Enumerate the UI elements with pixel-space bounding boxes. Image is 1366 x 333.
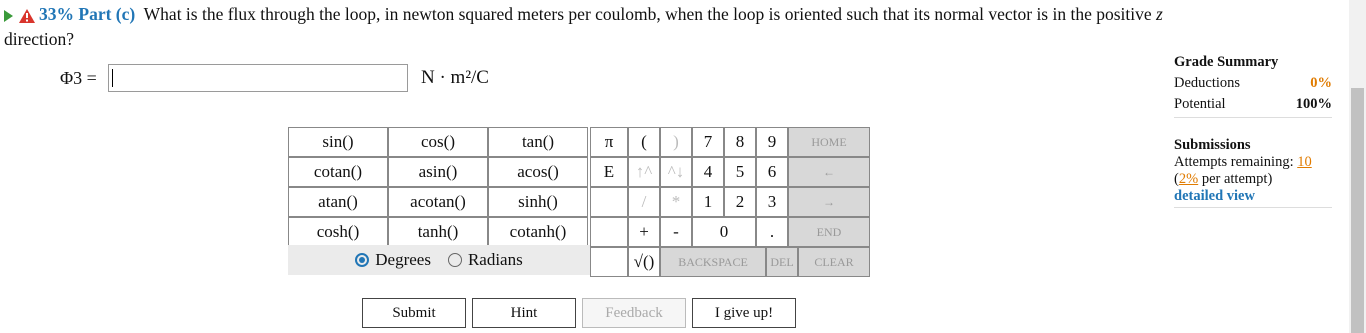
key-atan[interactable]: atan()	[288, 187, 388, 217]
key-e[interactable]: E	[590, 157, 628, 187]
submissions-title: Submissions	[1174, 137, 1251, 153]
per-attempt-label: per attempt)	[1201, 171, 1273, 187]
key-7[interactable]: 7	[692, 127, 724, 157]
key-nav-2[interactable]: →	[788, 187, 870, 217]
unit-label: N · m²/C	[421, 67, 489, 88]
deductions-value: 0%	[1310, 75, 1332, 91]
key-acos[interactable]: acos()	[488, 157, 588, 187]
question-body: What is the flux through the loop, in ne…	[143, 4, 1152, 24]
key-tanh[interactable]: tanh()	[388, 217, 488, 247]
key-1[interactable]: 1	[692, 187, 724, 217]
radians-label: Radians	[467, 250, 523, 269]
key-tan[interactable]: tan()	[488, 127, 588, 157]
key-slash: /	[628, 187, 660, 217]
key-cotanh[interactable]: cotanh()	[488, 217, 588, 247]
radians-radio[interactable]	[447, 253, 462, 267]
angle-mode: Degrees Radians	[288, 245, 590, 275]
key-cotan[interactable]: cotan()	[288, 157, 388, 187]
per-attempt-value: 2%	[1178, 171, 1199, 187]
key-cosh[interactable]: cosh()	[288, 217, 388, 247]
degrees-radio[interactable]	[355, 253, 370, 267]
key-pi[interactable]: π	[590, 127, 628, 157]
key-del[interactable]: DEL	[766, 247, 798, 277]
key-star: *	[660, 187, 692, 217]
key-plus[interactable]: +	[628, 217, 660, 247]
attempts-value: 10	[1297, 154, 1312, 170]
key-lparen[interactable]: (	[628, 127, 660, 157]
key-nav-1[interactable]: ←	[788, 157, 870, 187]
give-up-button[interactable]: I give up!	[692, 298, 796, 328]
key-nav-3[interactable]: END	[788, 217, 870, 247]
key-sqrt[interactable]: √()	[628, 247, 660, 277]
deductions-label: Deductions	[1174, 75, 1241, 91]
submit-button[interactable]: Submit	[362, 298, 466, 328]
divider	[1174, 117, 1332, 118]
scrollbar-thumb[interactable]	[1351, 88, 1364, 333]
key-blank3[interactable]	[590, 247, 628, 277]
question-body-end: direction?	[4, 29, 74, 49]
key-rparen: )	[660, 127, 692, 157]
key-3[interactable]: 3	[756, 187, 788, 217]
attempts-label: Attempts remaining:	[1174, 154, 1294, 170]
key-down: ^↓	[660, 157, 692, 187]
key-asin[interactable]: asin()	[388, 157, 488, 187]
key-blank2[interactable]	[590, 217, 628, 247]
key-blank[interactable]	[590, 187, 628, 217]
key-cos[interactable]: cos()	[388, 127, 488, 157]
key-up: ↑^	[628, 157, 660, 187]
key-2[interactable]: 2	[724, 187, 756, 217]
question-var: z	[1156, 4, 1163, 24]
part-label: 33% Part (c)	[39, 4, 136, 24]
key-backspace[interactable]: BACKSPACE	[660, 247, 766, 277]
question-text: 33% Part (c) What is the flux through th…	[4, 2, 1344, 52]
key-minus[interactable]: -	[660, 217, 692, 247]
detailed-view-link[interactable]: detailed view	[1174, 188, 1332, 205]
key-clear[interactable]: CLEAR	[798, 247, 870, 277]
potential-value: 100%	[1295, 96, 1332, 112]
divider	[1174, 207, 1332, 208]
play-icon[interactable]	[4, 9, 13, 22]
hint-button[interactable]: Hint	[472, 298, 576, 328]
key-8[interactable]: 8	[724, 127, 756, 157]
key-4[interactable]: 4	[692, 157, 724, 187]
key-sinh[interactable]: sinh()	[488, 187, 588, 217]
grade-summary: Grade Summary Deductions 0% Potential 100%	[1174, 54, 1332, 118]
text-caret	[112, 69, 113, 87]
key-5[interactable]: 5	[724, 157, 756, 187]
submissions-panel: Submissions Attempts remaining: 10 (2% p…	[1174, 137, 1332, 208]
key-nav-0[interactable]: HOME	[788, 127, 870, 157]
key-acotan[interactable]: acotan()	[388, 187, 488, 217]
potential-label: Potential	[1174, 96, 1226, 112]
grade-summary-title: Grade Summary	[1174, 54, 1279, 70]
degrees-label: Degrees	[375, 250, 431, 269]
key-6[interactable]: 6	[756, 157, 788, 187]
key-9[interactable]: 9	[756, 127, 788, 157]
key-sin[interactable]: sin()	[288, 127, 388, 157]
key-0[interactable]: 0	[692, 217, 756, 247]
feedback-button: Feedback	[582, 298, 686, 328]
warning-icon	[19, 8, 35, 23]
key-dot[interactable]: .	[756, 217, 788, 247]
answer-label: Φ3 =	[60, 67, 97, 88]
answer-input[interactable]	[108, 64, 408, 92]
